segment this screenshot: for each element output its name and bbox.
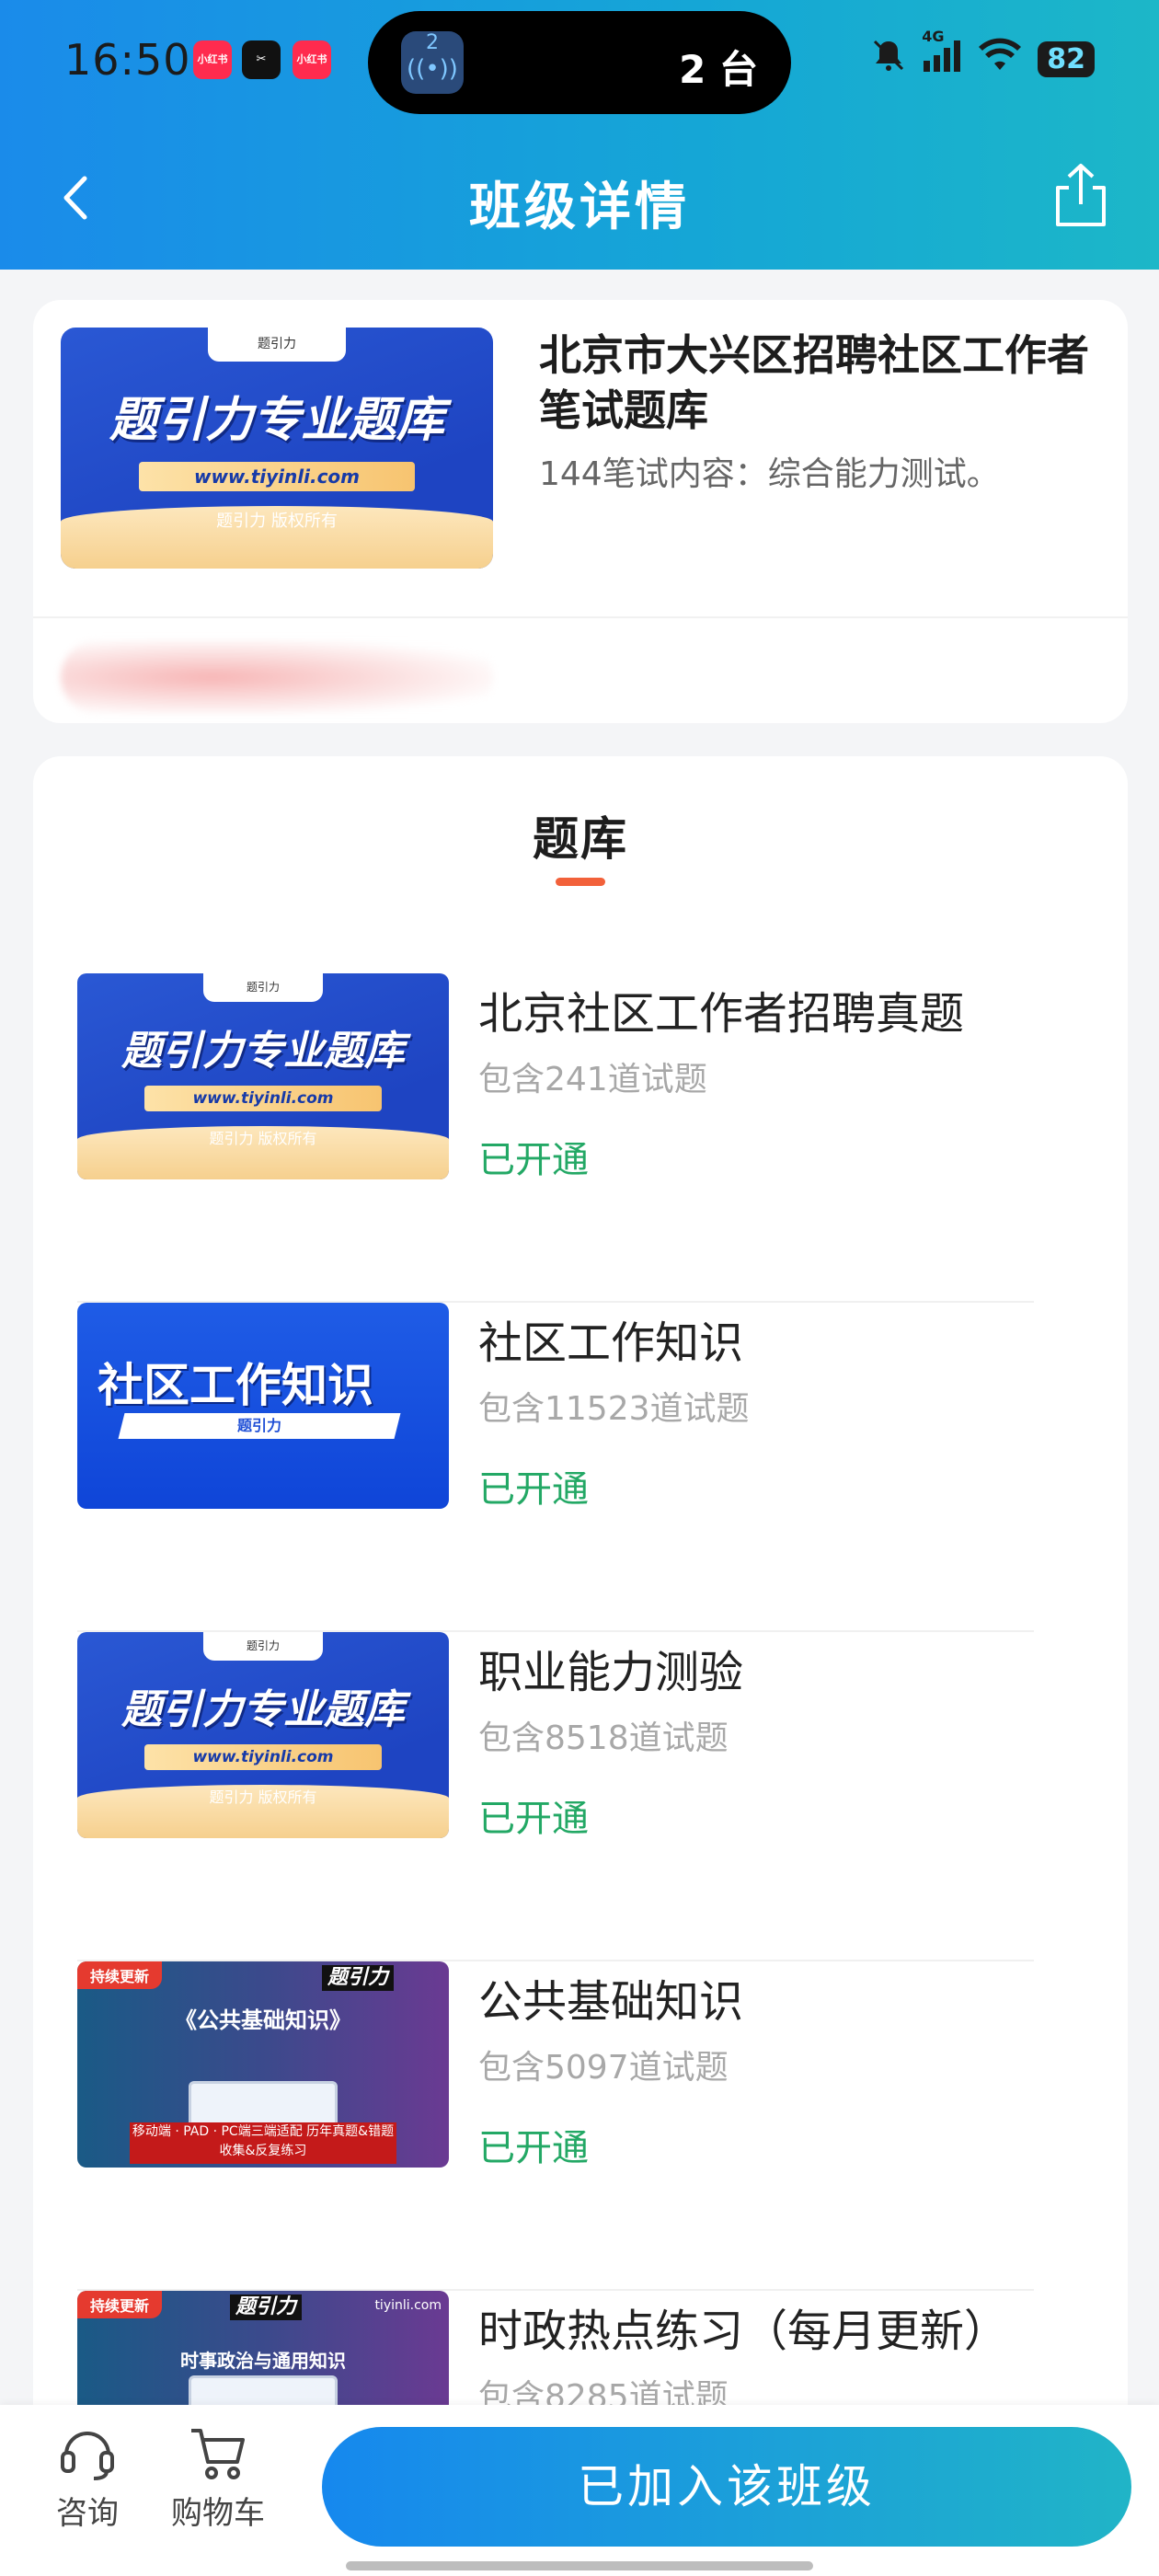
cover-main-text: 题引力专业题库 <box>121 1686 405 1733</box>
bank-name: 北京社区工作者招聘真题 <box>478 988 965 1040</box>
class-cover-image: 题引力 题引力专业题库 www.tiyinli.com 题引力 版权所有 <box>61 328 493 569</box>
cart-icon <box>191 2429 245 2479</box>
bank-status: 已开通 <box>478 2127 589 2169</box>
bank-item[interactable]: 题引力 题引力专业题库 www.tiyinli.com 题引力 版权所有 北京社… <box>77 973 1071 1303</box>
brand-logo: 题引力 <box>229 2294 302 2320</box>
battery-indicator: 82 <box>1038 41 1095 77</box>
status-bar: 16:50 小红书 ✂ 小红书 2 ((•)) 2 台 4G 82 <box>0 0 1159 129</box>
bank-name: 社区工作知识 <box>478 1317 744 1369</box>
cover-main-text: 题引力专业题库 <box>109 393 444 448</box>
dynamic-island[interactable]: 2 ((•)) 2 台 <box>368 11 791 114</box>
cart-button[interactable]: 购物车 <box>158 2423 278 2552</box>
class-info-card: 题引力 题引力专业题库 www.tiyinli.com 题引力 版权所有 北京市… <box>33 300 1128 723</box>
bank-question-count: 包含8518道试题 <box>478 1719 729 1757</box>
broadcast-icon: 2 ((•)) <box>401 31 464 94</box>
cover-sub-text: 题引力 版权所有 <box>209 1788 317 1806</box>
class-detail-page: 16:50 小红书 ✂ 小红书 2 ((•)) 2 台 4G 82 班级详情 题… <box>0 0 1159 2576</box>
status-icons: 4G 82 <box>870 28 1095 82</box>
cover-url-text: www.tiyinli.com <box>143 1744 383 1770</box>
tab-underline <box>556 878 605 886</box>
consult-label: 咨询 <box>56 2495 119 2532</box>
home-indicator[interactable] <box>346 2561 813 2570</box>
xiaohongshu-app-icon-2: 小红书 <box>293 40 331 79</box>
cover-main-text: 题引力专业题库 <box>121 1028 405 1075</box>
bank-item[interactable]: 持续更新 题引力 《公共基础知识》 移动端 · PAD · PC端三端适配 历年… <box>77 1961 1071 2291</box>
update-ribbon: 持续更新 <box>77 2291 163 2318</box>
bank-thumbnail: 题引力 题引力专业题库 www.tiyinli.com 题引力 版权所有 <box>77 1632 449 1838</box>
question-bank-section: 题库 题引力 题引力专业题库 www.tiyinli.com 题引力 版权所有 … <box>33 756 1128 2497</box>
bank-name: 时政热点练习（每月更新） <box>478 2306 1009 2357</box>
mute-bell-icon <box>870 37 907 82</box>
bank-item[interactable]: 题引力 题引力专业题库 www.tiyinli.com 题引力 版权所有 职业能… <box>77 1632 1071 1961</box>
status-time: 16:50 <box>64 35 191 85</box>
headset-icon <box>61 2432 114 2480</box>
cover-main-text: 时事政治与通用知识 <box>180 2350 346 2372</box>
header: 16:50 小红书 ✂ 小红书 2 ((•)) 2 台 4G 82 班级详情 <box>0 0 1159 270</box>
joined-class-button[interactable]: 已加入该班级 <box>322 2427 1131 2547</box>
cover-tab-text: 题引力 <box>246 981 280 994</box>
cover-tab-text: 题引力 <box>257 337 296 351</box>
cover-feature-bar: 移动端 · PAD · PC端三端适配 历年真题&错题收集&反复练习 <box>129 2122 397 2164</box>
bank-status: 已开通 <box>478 1798 589 1840</box>
bank-name: 公共基础知识 <box>478 1976 744 2028</box>
island-device-count: 2 台 <box>679 47 758 92</box>
consult-button[interactable]: 咨询 <box>28 2423 147 2552</box>
capcut-app-icon: ✂ <box>242 40 281 79</box>
cover-main-text: 社区工作知识 <box>98 1359 373 1412</box>
page-title: 班级详情 <box>469 178 690 237</box>
cover-site-text: tiyinli.com <box>374 2298 442 2313</box>
cover-main-text: 《公共基础知识》 <box>175 2007 351 2033</box>
blurred-content <box>61 640 493 714</box>
bank-name: 职业能力测验 <box>478 1647 744 1698</box>
bank-item[interactable]: 社区工作知识 题引力 社区工作知识 包含11523道试题 已开通 <box>77 1303 1071 1632</box>
signal-icon: 4G <box>922 28 962 82</box>
cover-url-text: www.tiyinli.com <box>138 462 416 491</box>
bottom-action-bar: 咨询 购物车 已加入该班级 <box>0 2405 1159 2576</box>
bank-thumbnail: 题引力 题引力专业题库 www.tiyinli.com 题引力 版权所有 <box>77 973 449 1179</box>
class-description: 144笔试内容：综合能力测试。 <box>539 455 1000 493</box>
update-ribbon: 持续更新 <box>77 1961 163 1989</box>
cover-sub-text: 题引力 <box>236 1417 281 1434</box>
bank-question-count: 包含11523道试题 <box>478 1390 750 1428</box>
class-title: 北京市大兴区招聘社区工作者笔试题库 <box>539 330 1089 435</box>
bank-status: 已开通 <box>478 1139 589 1181</box>
bank-question-count: 包含5097道试题 <box>478 2049 729 2087</box>
cover-url-text: www.tiyinli.com <box>143 1086 383 1111</box>
bank-thumbnail: 持续更新 题引力 《公共基础知识》 移动端 · PAD · PC端三端适配 历年… <box>77 1961 449 2168</box>
nav-bar: 班级详情 <box>0 147 1159 248</box>
wifi-icon <box>977 37 1023 82</box>
xiaohongshu-app-icon: 小红书 <box>193 40 232 79</box>
cart-label: 购物车 <box>171 2495 265 2532</box>
bank-question-count: 包含241道试题 <box>478 1061 707 1098</box>
bank-thumbnail: 社区工作知识 题引力 <box>77 1303 449 1509</box>
share-button[interactable] <box>1049 160 1113 230</box>
cover-tab-text: 题引力 <box>246 1639 280 1652</box>
share-icon <box>1056 164 1106 226</box>
section-title: 题库 <box>533 812 628 866</box>
cover-sub-text: 题引力 版权所有 <box>209 1130 317 1147</box>
bank-status: 已开通 <box>478 1468 589 1511</box>
divider <box>33 616 1128 618</box>
cover-sub-text: 题引力 版权所有 <box>216 512 338 531</box>
brand-logo: 题引力 <box>321 1965 394 1991</box>
